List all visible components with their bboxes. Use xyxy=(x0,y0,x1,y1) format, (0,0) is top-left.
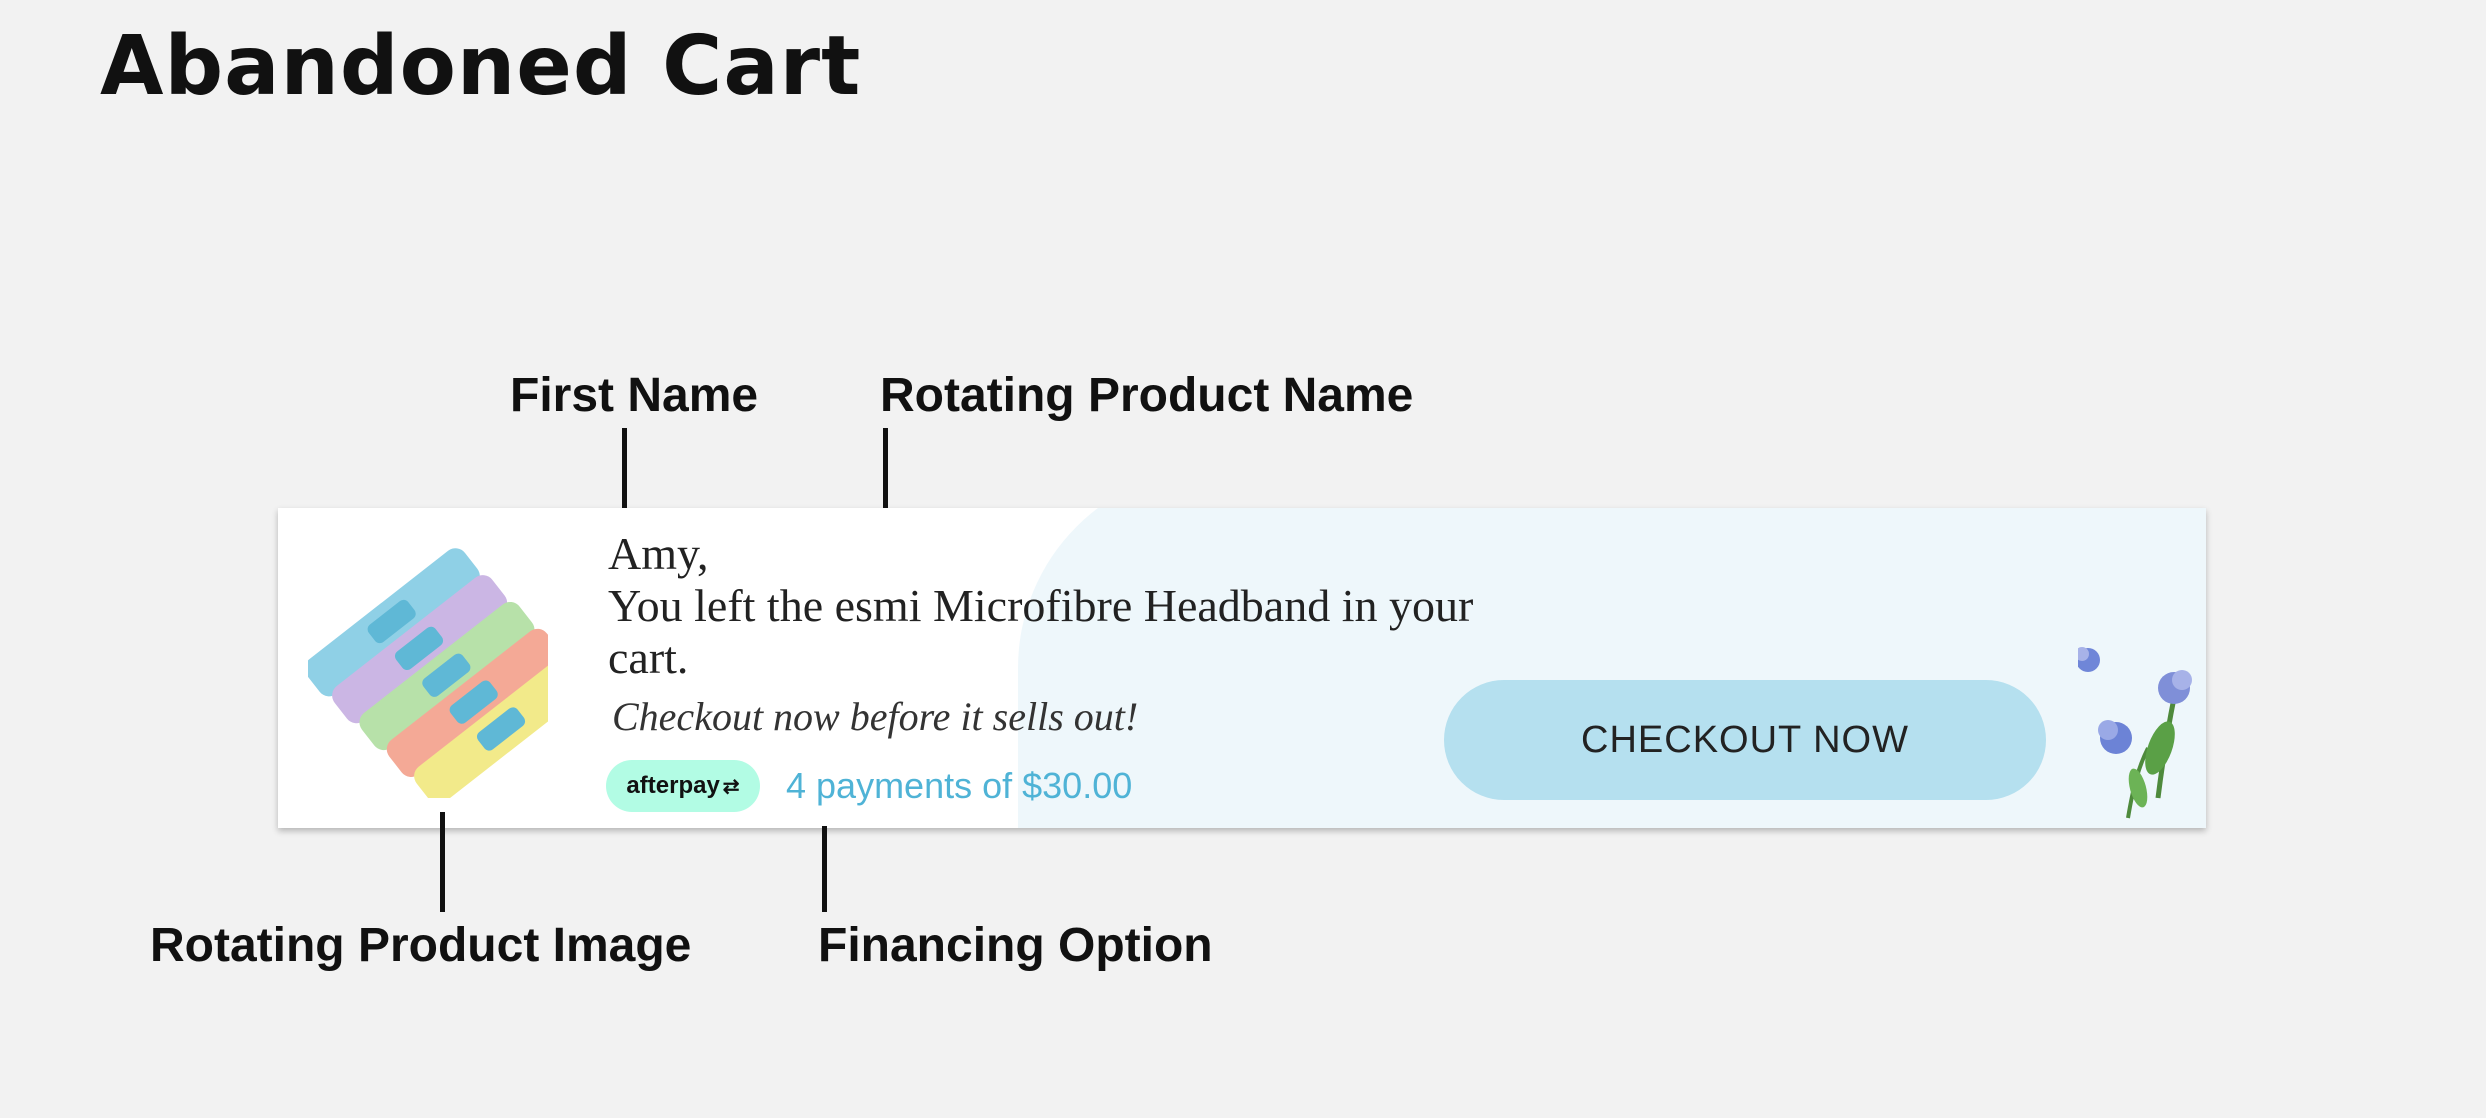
callout-leader-financing-option xyxy=(822,826,827,912)
financing-text[interactable]: 4 payments of $30.00 xyxy=(786,760,1132,812)
abandoned-cart-banner: Amy, You left the esmi Microfibre Headba… xyxy=(278,508,2206,828)
greeting-first-name: Amy, xyxy=(608,528,709,579)
callout-rotating-product-name: Rotating Product Name xyxy=(880,369,1414,422)
tagline: Checkout now before it sells out! xyxy=(612,694,1139,739)
message-line-product: You left the esmi Microfibre Headband in… xyxy=(608,580,1474,631)
callout-rotating-product-image: Rotating Product Image xyxy=(150,919,692,972)
headband-stack-image xyxy=(308,548,548,798)
afterpay-logo-text: afterpay xyxy=(626,772,720,799)
callout-first-name: First Name xyxy=(510,369,759,422)
afterpay-arrow-icon: ⇄ xyxy=(722,775,740,798)
message-line-cart: cart. xyxy=(608,632,689,683)
afterpay-logo: afterpay ⇄ xyxy=(606,760,760,812)
greeting-message: Amy, You left the esmi Microfibre Headba… xyxy=(608,528,1668,684)
checkout-now-button[interactable]: CHECKOUT NOW xyxy=(1444,680,2046,800)
callout-leader-rotating-product-image xyxy=(440,812,445,912)
page-title: Abandoned Cart xyxy=(100,19,862,114)
blue-flowers-illustration xyxy=(2078,647,2192,819)
callout-financing-option: Financing Option xyxy=(818,919,1213,972)
callout-leader-first-name xyxy=(622,428,627,520)
